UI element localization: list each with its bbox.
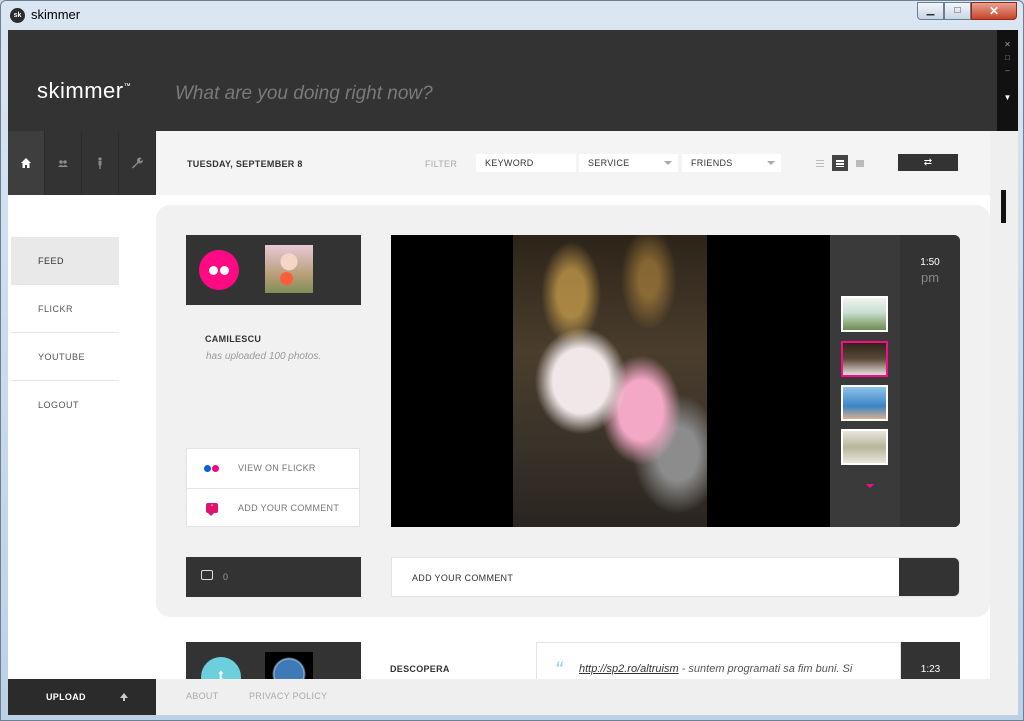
scrollbar-thumb[interactable] — [1001, 190, 1006, 223]
feed-post: CAMILESCU has uploaded 100 photos. VIEW … — [156, 205, 990, 617]
comment-box — [391, 557, 960, 597]
upload-arrow-icon — [120, 693, 128, 701]
comment-count: 0 — [223, 572, 229, 582]
nav-settings[interactable] — [119, 131, 156, 195]
window-title: skimmer — [31, 7, 81, 22]
view-on-flickr-label: VIEW ON FLICKR — [238, 463, 316, 473]
friends-icon — [58, 160, 68, 167]
maximize-button[interactable]: □ — [944, 2, 971, 20]
post-time: 1:50 pm — [900, 235, 960, 527]
photo-viewer: 1:50 pm — [391, 235, 960, 527]
post2-link[interactable]: http://sp2.ro/altruism — [579, 663, 679, 675]
add-comment-link[interactable]: " ADD YOUR COMMENT — [187, 488, 359, 527]
side-menu: FEED FLICKR YOUTUBE LOGOUT — [8, 195, 156, 679]
post2-quote: “ http://sp2.ro/altruism - suntem progra… — [536, 642, 901, 679]
refresh-icon: ⇄ — [923, 157, 933, 168]
keyword-input[interactable]: KEYWORD — [476, 154, 576, 172]
thumbnail[interactable] — [841, 385, 888, 421]
home-icon — [21, 158, 31, 168]
chevron-down-icon — [767, 161, 775, 165]
friends-select[interactable]: FRIENDS — [682, 154, 781, 172]
menu-item-flickr[interactable]: FLICKR — [11, 285, 119, 333]
post-username[interactable]: CAMILESCU — [205, 334, 261, 344]
application-window: sk skimmer ▁ □ ✕ skimmer™ ✕ □ – ▼ — [0, 0, 1024, 721]
post2-text: http://sp2.ro/altruism - suntem programa… — [579, 663, 852, 675]
menu-item-youtube[interactable]: YOUTUBE — [11, 333, 119, 381]
comment-send-button[interactable] — [899, 558, 959, 596]
comment-input[interactable] — [412, 571, 882, 585]
view-grid-button[interactable] — [852, 155, 868, 171]
post2-user-box: t — [186, 642, 361, 679]
chevron-down-icon — [664, 161, 672, 165]
person-icon — [98, 157, 102, 169]
filter-label: FILTER — [425, 159, 458, 169]
post-user-box — [186, 235, 361, 305]
minimize-button[interactable]: ▁ — [917, 2, 944, 20]
post-time-ampm: pm — [920, 270, 940, 285]
scroll-down-icon[interactable] — [866, 484, 874, 488]
nav-friends[interactable] — [45, 131, 82, 195]
app-collapse-icon[interactable]: ▼ — [997, 91, 1018, 104]
footer: UPLOAD ABOUT PRIVACY POLICY — [8, 679, 990, 715]
app-header: skimmer™ ✕ □ – ▼ — [8, 30, 1018, 131]
post2-text-body: - suntem programati sa fim buni. Si — [678, 663, 853, 675]
refresh-button[interactable]: ⇄ — [898, 154, 958, 171]
upload-label: UPLOAD — [46, 692, 86, 702]
post-action-text: has uploaded 100 photos. — [206, 351, 322, 362]
add-comment-label: ADD YOUR COMMENT — [238, 503, 340, 513]
view-compact-button[interactable] — [832, 155, 848, 171]
nav-profile[interactable] — [82, 131, 119, 195]
app-close-icon[interactable]: ✕ — [997, 38, 1018, 51]
thumbnail-selected[interactable] — [841, 341, 888, 377]
post2-time: 1:23 — [901, 642, 960, 679]
current-date: TUESDAY, SEPTEMBER 8 — [187, 159, 303, 169]
post-time-value: 1:50 — [920, 257, 940, 268]
status-input[interactable] — [175, 82, 775, 106]
flickr-icon — [204, 465, 219, 472]
service-label: SERVICE — [588, 158, 630, 168]
filter-bar: TUESDAY, SEPTEMBER 8 FILTER KEYWORD SERV… — [156, 131, 990, 195]
window-titlebar[interactable]: sk skimmer ▁ □ ✕ — [1, 1, 1023, 29]
thumbnail-strip — [830, 235, 900, 527]
view-list-button[interactable] — [812, 155, 828, 171]
settings-icon — [132, 157, 143, 169]
view-on-flickr-link[interactable]: VIEW ON FLICKR — [187, 449, 359, 488]
twitter-service-icon: t — [201, 657, 241, 679]
menu-item-logout[interactable]: LOGOUT — [11, 381, 119, 429]
privacy-policy-link[interactable]: PRIVACY POLICY — [249, 691, 327, 701]
thumbnail[interactable] — [841, 429, 888, 465]
upload-button[interactable]: UPLOAD — [8, 679, 156, 715]
nav-home[interactable] — [8, 131, 45, 195]
close-button[interactable]: ✕ — [971, 2, 1017, 20]
flickr-service-icon — [199, 250, 239, 290]
app-minimize-icon[interactable]: – — [997, 64, 1018, 77]
list-icon — [816, 159, 824, 167]
main-nav — [8, 131, 156, 195]
quote-icon: “ — [555, 657, 563, 679]
skimmer-app: skimmer™ ✕ □ – ▼ — [8, 30, 1018, 715]
service-select[interactable]: SERVICE — [579, 154, 678, 172]
app-maximize-icon[interactable]: □ — [997, 51, 1018, 64]
app-icon: sk — [10, 8, 25, 23]
compact-icon — [836, 159, 844, 167]
feed: CAMILESCU has uploaded 100 photos. VIEW … — [156, 195, 990, 679]
comment-count-box[interactable]: 0 — [186, 557, 361, 597]
window-controls: ▁ □ ✕ — [917, 2, 1017, 20]
keyword-label: KEYWORD — [485, 158, 534, 168]
friends-label: FRIENDS — [691, 158, 733, 168]
grid-icon — [856, 159, 864, 167]
app-window-controls: ✕ □ – ▼ — [997, 30, 1018, 131]
main-photo[interactable] — [513, 235, 707, 527]
thumbnail[interactable] — [841, 296, 888, 332]
logo: skimmer™ — [37, 78, 132, 103]
about-link[interactable]: ABOUT — [186, 691, 219, 701]
post2-username[interactable]: DESCOPERA — [390, 664, 450, 674]
post-actions: VIEW ON FLICKR " ADD YOUR COMMENT — [186, 448, 360, 527]
comment-bubble-icon — [201, 570, 213, 580]
comment-icon: " — [206, 503, 218, 516]
avatar[interactable] — [265, 245, 313, 293]
avatar[interactable] — [265, 652, 313, 679]
menu-item-feed[interactable]: FEED — [11, 237, 119, 285]
